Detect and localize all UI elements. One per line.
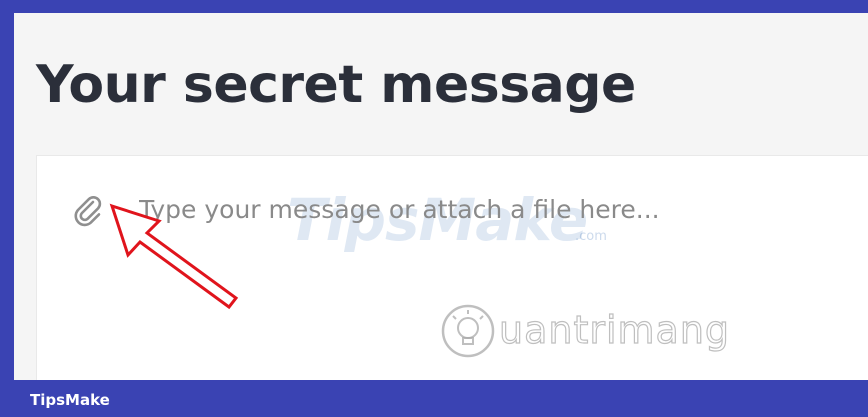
lightbulb-icon: [439, 302, 497, 360]
message-composer[interactable]: TipsMake .com uantrimang: [36, 155, 868, 380]
page-frame: Your secret message TipsMake .com uantri…: [14, 13, 868, 380]
footer-bar: TipsMake: [0, 380, 868, 417]
quantrimang-watermark: uantrimang: [498, 307, 731, 352]
page-title: Your secret message: [36, 55, 636, 115]
footer-brand: TipsMake: [30, 391, 110, 409]
paperclip-icon[interactable]: [71, 194, 105, 228]
message-input[interactable]: [139, 190, 839, 230]
tipsmake-watermark-suffix: .com: [575, 229, 607, 244]
